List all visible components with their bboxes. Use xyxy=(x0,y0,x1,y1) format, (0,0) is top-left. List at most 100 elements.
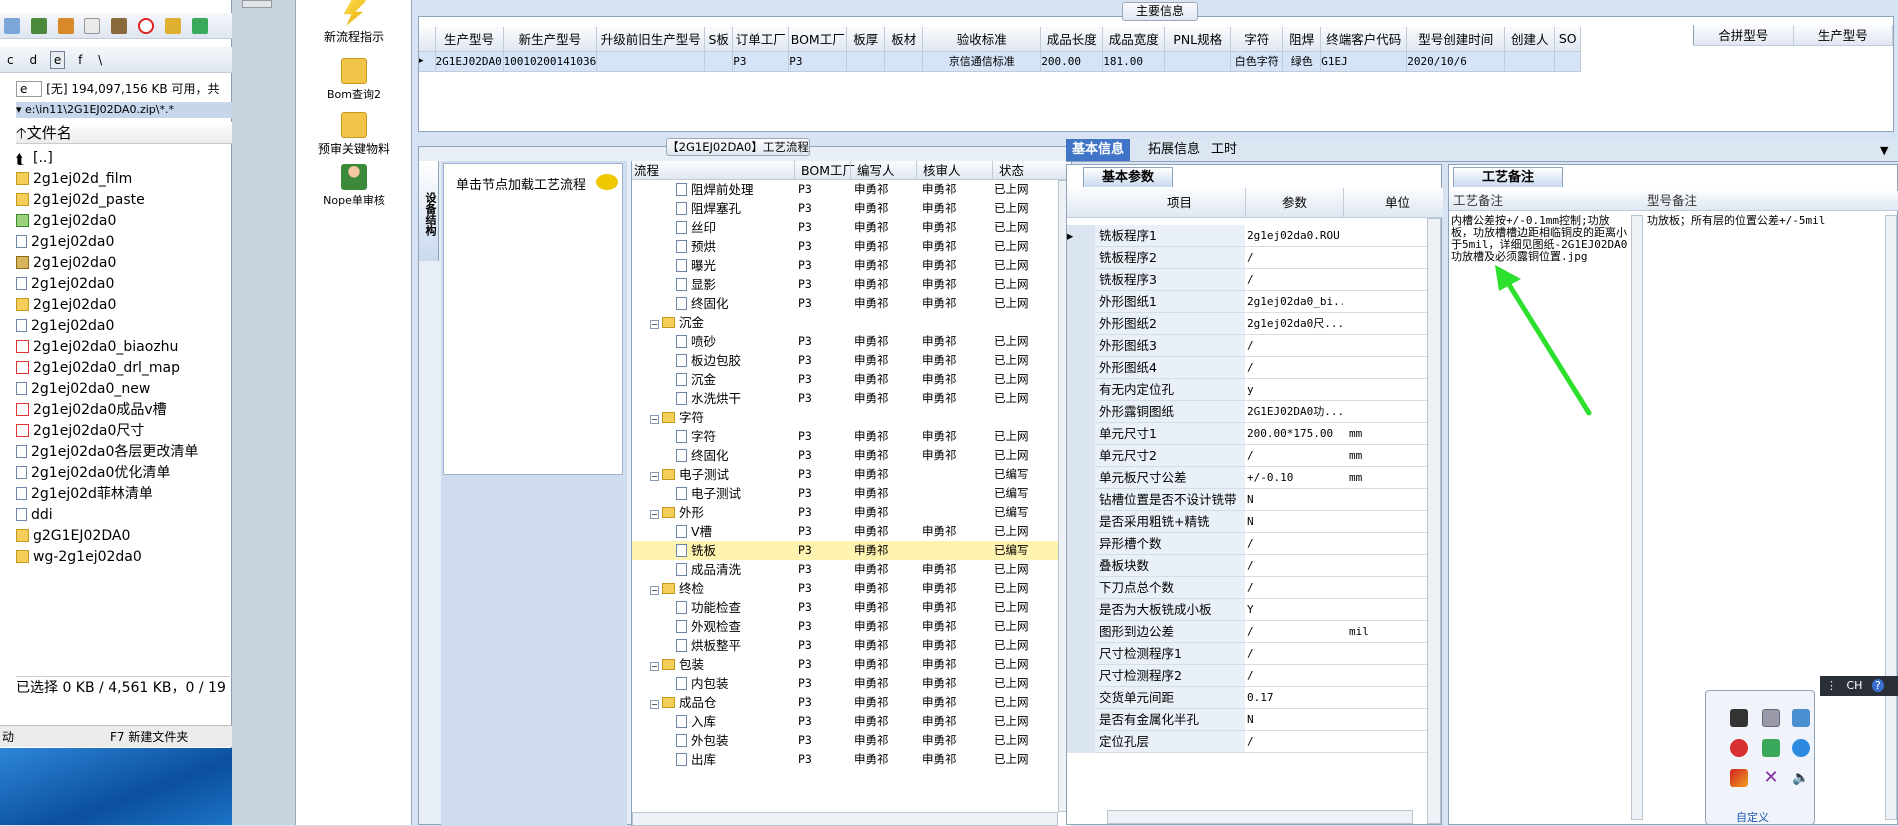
param-row[interactable]: 单元尺寸2 / mm xyxy=(1067,445,1429,467)
flow-node[interactable]: 沉金 P3 申勇祁 申勇祁 已上网 xyxy=(632,370,1071,389)
param-value[interactable]: 0.17 xyxy=(1247,687,1343,709)
col-bom[interactable]: BOM工厂 xyxy=(794,161,855,180)
param-value[interactable]: 2g1ej02da0尺... xyxy=(1247,313,1343,335)
param-row[interactable]: 尺寸检测程序1 / xyxy=(1067,643,1429,665)
app-icon[interactable] xyxy=(191,18,208,34)
row-selector[interactable] xyxy=(1067,269,1095,291)
file-item[interactable]: 2g1ej02d菲林清单 xyxy=(16,484,232,505)
flow-node[interactable]: − 沉金 xyxy=(632,313,1071,332)
flow-hscroll[interactable] xyxy=(632,812,1058,826)
main-col-header[interactable]: 成品长度 xyxy=(1040,27,1104,52)
column-header-name[interactable]: 🡡文件名 xyxy=(16,122,232,144)
param-unit[interactable]: mil xyxy=(1349,621,1419,643)
collapse-icon[interactable]: − xyxy=(650,320,659,329)
tray-app-icon-2[interactable] xyxy=(1762,709,1780,727)
drive-f[interactable]: f xyxy=(75,52,85,68)
path-bar[interactable]: ▾ e:\in11\2G1EJ02DA0.zip\*.* xyxy=(16,102,232,118)
param-value[interactable]: / xyxy=(1247,533,1343,555)
param-row[interactable]: 外形图纸4 / xyxy=(1067,357,1429,379)
tab-work-hours[interactable]: 工时 xyxy=(1205,139,1243,161)
collapse-icon[interactable]: − xyxy=(650,472,659,481)
main-col-header[interactable]: SO xyxy=(1554,27,1582,52)
drive-select[interactable]: e xyxy=(16,81,43,97)
main-info-cell[interactable]: 181.00 xyxy=(1102,51,1166,72)
flow-node[interactable]: 预烘 P3 申勇祁 申勇祁 已上网 xyxy=(632,237,1071,256)
flow-node[interactable]: 铣板 P3 申勇祁 已编写 xyxy=(632,541,1071,560)
tray-app-icon-3[interactable] xyxy=(1792,709,1810,727)
param-value[interactable]: 2G1EJ02DA0功... xyxy=(1247,401,1343,423)
row-selector[interactable] xyxy=(1067,511,1095,533)
param-row[interactable]: 外形图纸3 / xyxy=(1067,335,1429,357)
row-selector[interactable]: ▸ xyxy=(1067,225,1095,247)
param-value[interactable]: / xyxy=(1247,357,1343,379)
param-row[interactable]: 有无内定位孔 y xyxy=(1067,379,1429,401)
nav-new-flow[interactable]: 新流程指示 xyxy=(296,0,412,45)
flow-node[interactable]: 板边包胶 P3 申勇祁 申勇祁 已上网 xyxy=(632,351,1071,370)
row-selector[interactable] xyxy=(1067,401,1095,423)
f7-new-folder-button[interactable]: F7 新建文件夹 xyxy=(110,726,188,748)
param-value[interactable]: y xyxy=(1247,379,1343,401)
row-selector[interactable] xyxy=(1067,489,1095,511)
flow-node[interactable]: 出库 P3 申勇祁 申勇祁 已上网 xyxy=(632,750,1071,769)
main-info-cell[interactable] xyxy=(1164,51,1232,72)
nav-pre-review[interactable]: 预审关键物料 xyxy=(296,112,412,157)
flow-node[interactable]: 外包装 P3 申勇祁 申勇祁 已上网 xyxy=(632,731,1071,750)
param-row[interactable]: 交货单元间距 0.17 xyxy=(1067,687,1429,709)
param-value[interactable]: / xyxy=(1247,555,1343,577)
param-value[interactable]: N xyxy=(1247,709,1343,731)
tray-app-icon-7[interactable] xyxy=(1730,769,1748,787)
file-item[interactable]: ⮬ [..] xyxy=(16,148,232,169)
row-selector[interactable] xyxy=(1067,313,1095,335)
document-icon[interactable] xyxy=(84,18,101,34)
param-value[interactable]: / xyxy=(1247,335,1343,357)
params-hscroll[interactable] xyxy=(1107,810,1413,824)
collapse-icon[interactable]: − xyxy=(650,415,659,424)
flow-node[interactable]: − 终检 P3 申勇祁 申勇祁 已上网 xyxy=(632,579,1071,598)
tray-close-icon[interactable]: ✕ xyxy=(1762,769,1780,787)
help-icon[interactable]: ? xyxy=(1871,679,1884,692)
row-selector[interactable] xyxy=(1067,577,1095,599)
row-selector[interactable] xyxy=(1067,379,1095,401)
row-selector[interactable] xyxy=(1067,731,1095,753)
load-flow-hint[interactable]: 单击节点加载工艺流程 xyxy=(456,174,586,193)
main-col-header[interactable]: 字符 xyxy=(1230,27,1284,52)
main-info-cell[interactable] xyxy=(846,51,886,72)
param-row[interactable]: 是否有金属化半孔 N xyxy=(1067,709,1429,731)
row-selector[interactable] xyxy=(1067,709,1095,731)
lang-indicator[interactable]: CH xyxy=(1847,679,1863,692)
file-item[interactable]: 2g1ej02d_film xyxy=(16,169,232,190)
edit-icon[interactable] xyxy=(57,18,74,34)
main-col-header[interactable]: 生产型号 xyxy=(435,27,504,52)
file-item[interactable]: 2g1ej02da0_biaozhu xyxy=(16,337,232,358)
main-col-header[interactable]: 升级前旧生产型号 xyxy=(596,27,706,52)
refresh-icon[interactable] xyxy=(4,18,20,34)
param-unit[interactable]: mm xyxy=(1349,445,1419,467)
param-value[interactable]: / xyxy=(1247,445,1343,467)
nav-bom-query[interactable]: Bom查询2 xyxy=(296,58,412,102)
param-row[interactable]: 外形露铜图纸 2G1EJ02DA0功... xyxy=(1067,401,1429,423)
main-info-cell[interactable] xyxy=(704,51,734,72)
collapse-icon[interactable]: − xyxy=(650,586,659,595)
param-value[interactable]: N xyxy=(1247,511,1343,533)
row-selector[interactable] xyxy=(1067,467,1095,489)
col-status[interactable]: 状态 xyxy=(992,161,1024,180)
nav-nope-review[interactable]: Nope单审核 xyxy=(296,164,412,208)
file-item[interactable]: 2g1ej02da0_new xyxy=(16,379,232,400)
flow-node[interactable]: 功能检查 P3 申勇祁 申勇祁 已上网 xyxy=(632,598,1071,617)
flow-node[interactable]: 成品清洗 P3 申勇祁 申勇祁 已上网 xyxy=(632,560,1071,579)
file-item[interactable]: g2G1EJ02DA0 xyxy=(16,526,232,547)
params-vscroll[interactable] xyxy=(1427,218,1441,824)
model-notes-text[interactable]: 功放板；所有层的位置公差+/-5mil xyxy=(1647,215,1887,227)
footer-left[interactable]: 动 xyxy=(2,726,14,748)
merge-col[interactable]: 合拼型号 xyxy=(1693,25,1794,46)
main-col-header[interactable]: 订单工厂 xyxy=(732,27,790,52)
file-item[interactable]: 2g1ej02da0_drl_map xyxy=(16,358,232,379)
collapse-icon[interactable]: − xyxy=(650,510,659,519)
main-col-header[interactable]: 板材 xyxy=(884,27,924,52)
main-col-header[interactable]: 新生产型号 xyxy=(503,27,598,52)
tray-customize-link[interactable]: 自定义 xyxy=(1736,809,1769,825)
param-row[interactable]: 钻槽位置是否不设计铣带 N xyxy=(1067,489,1429,511)
drive-d[interactable]: d xyxy=(26,52,40,68)
param-value[interactable]: 2g1ej02da0.ROU xyxy=(1247,225,1343,247)
file-item[interactable]: 2g1ej02da0 xyxy=(16,253,232,274)
